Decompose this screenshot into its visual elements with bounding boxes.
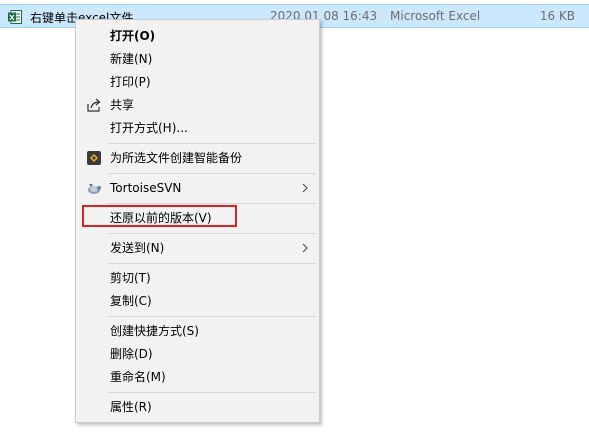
menu-item-open-with[interactable]: 打开方式(H)... [78,117,317,139]
menu-item-label: 重命名(M) [110,370,166,384]
backup-icon [86,150,102,166]
menu-item-label: 剪切(T) [110,271,151,285]
menu-item-tortoisesvn[interactable]: TortoiseSVN [78,177,317,199]
menu-item-properties[interactable]: 属性(R) [78,396,317,418]
menu-item-label: 复制(C) [110,294,152,308]
menu-separator [108,233,316,234]
menu-item-copy[interactable]: 复制(C) [78,290,317,312]
tortoisesvn-icon [86,180,102,196]
menu-item-label: TortoiseSVN [110,181,182,195]
menu-item-open[interactable]: 打开(O) [78,25,317,47]
menu-item-label: 创建快捷方式(S) [110,324,199,338]
chevron-right-icon [302,237,309,266]
menu-separator [108,392,316,393]
file-size: 16 KB [539,9,575,23]
menu-item-new[interactable]: 新建(N) [78,48,317,70]
svg-text:X: X [9,14,15,22]
menu-item-label: 发送到(N) [110,241,165,255]
menu-item-label: 打开方式(H)... [110,121,188,135]
menu-item-label: 打开(O) [110,29,156,43]
chevron-right-icon [302,177,309,206]
menu-item-label: 为所选文件创建智能备份 [110,151,243,165]
menu-item-label: 打印(P) [110,75,151,89]
file-type: Microsoft Excel [390,9,481,23]
menu-item-print[interactable]: 打印(P) [78,71,317,93]
menu-item-share[interactable]: 共享 [78,94,317,116]
excel-file-icon: X [8,10,22,24]
menu-item-rename[interactable]: 重命名(M) [78,366,317,388]
share-icon [86,97,102,113]
menu-item-send-to[interactable]: 发送到(N) [78,237,317,259]
menu-separator [108,143,316,144]
menu-item-label: 共享 [110,98,135,112]
menu-item-smart-backup[interactable]: 为所选文件创建智能备份 [78,147,317,169]
menu-item-label: 属性(R) [110,400,152,414]
menu-item-label: 删除(D) [110,347,153,361]
menu-item-label: 新建(N) [110,52,153,66]
annotation-highlight-box [82,205,237,227]
menu-item-cut[interactable]: 剪切(T) [78,267,317,289]
menu-separator [108,263,316,264]
menu-item-delete[interactable]: 删除(D) [78,343,317,365]
menu-separator [108,203,316,204]
menu-separator [108,316,316,317]
menu-item-create-shortcut[interactable]: 创建快捷方式(S) [78,320,317,342]
menu-separator [108,173,316,174]
